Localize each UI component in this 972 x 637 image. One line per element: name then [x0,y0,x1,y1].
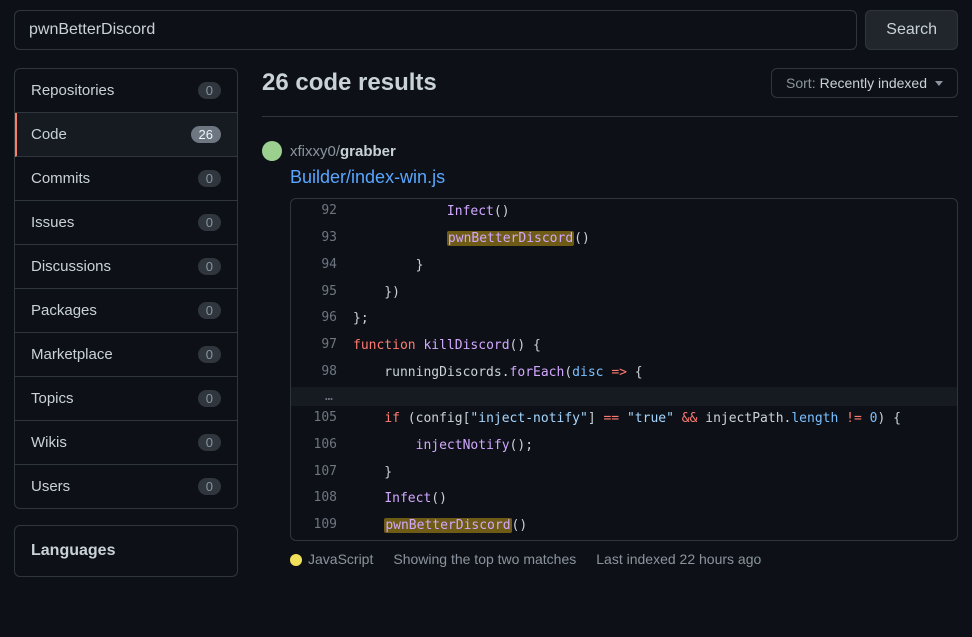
sidebar-item-packages[interactable]: Packages 0 [15,289,237,333]
line-number: 98 [291,360,347,387]
sidebar-item-label: Marketplace [31,346,113,363]
sidebar-item-label: Wikis [31,434,67,451]
search-button[interactable]: Search [865,10,958,50]
sidebar-item-label: Discussions [31,258,111,275]
code-content: function killDiscord() { [347,333,551,360]
line-number: 96 [291,306,347,333]
line-number: 105 [291,406,347,433]
sidebar-badge: 0 [198,170,221,187]
code-line[interactable]: 106 injectNotify(); [291,433,957,460]
code-content: } [347,460,402,487]
code-line[interactable]: 93 pwnBetterDiscord() [291,226,957,253]
sidebar-item-marketplace[interactable]: Marketplace 0 [15,333,237,377]
repo-owner: xfixxy0 [290,143,336,160]
code-line[interactable]: 92 Infect() [291,199,957,226]
code-line[interactable]: 107 } [291,460,957,487]
sidebar-item-wikis[interactable]: Wikis 0 [15,421,237,465]
line-number: 108 [291,486,347,513]
language-badge: JavaScript [290,551,373,567]
file-link[interactable]: Builder/index-win.js [290,167,958,188]
line-number: 92 [291,199,347,226]
code-block: 92 Infect() 93 pwnBetterDiscord() 94 } 9… [290,198,958,541]
sidebar-badge: 0 [198,302,221,319]
code-content: if (config["inject-notify"] == "true" &&… [347,406,911,433]
search-input[interactable] [14,10,857,50]
chevron-down-icon [935,81,943,86]
result-meta: JavaScript Showing the top two matches L… [290,551,958,567]
line-number: 107 [291,460,347,487]
code-ellipsis: … [291,387,957,406]
results-header: 26 code results Sort: Recently indexed [262,68,958,117]
sort-button[interactable]: Sort: Recently indexed [771,68,958,98]
line-number: 109 [291,513,347,540]
sidebar-section-title: Languages [31,542,221,560]
sidebar-item-code[interactable]: Code 26 [15,113,237,157]
sidebar-badge: 0 [198,434,221,451]
result-item: xfixxy0/grabber Builder/index-win.js 92 … [262,141,958,567]
sidebar-item-issues[interactable]: Issues 0 [15,201,237,245]
sidebar-badge: 26 [191,126,221,143]
result-repo-header: xfixxy0/grabber [262,141,958,161]
sidebar-item-label: Packages [31,302,97,319]
repo-name: grabber [340,143,396,160]
sidebar-badge: 0 [198,82,221,99]
sidebar-item-label: Users [31,478,70,495]
code-content: pwnBetterDiscord() [347,226,600,253]
sidebar-item-label: Topics [31,390,74,407]
code-content: } [347,253,433,280]
sidebar-badge: 0 [198,214,221,231]
sidebar-item-discussions[interactable]: Discussions 0 [15,245,237,289]
sidebar: Repositories 0 Code 26 Commits 0 Issues … [14,68,238,583]
sidebar-item-label: Issues [31,214,74,231]
language-name: JavaScript [308,551,373,567]
code-content: }) [347,280,410,307]
language-dot-icon [290,554,302,566]
line-number: 106 [291,433,347,460]
line-number: 97 [291,333,347,360]
code-content: injectNotify(); [347,433,543,460]
indexed-time: Last indexed 22 hours ago [596,551,761,567]
sidebar-item-commits[interactable]: Commits 0 [15,157,237,201]
sidebar-badge: 0 [198,346,221,363]
sidebar-nav: Repositories 0 Code 26 Commits 0 Issues … [14,68,238,509]
code-content: pwnBetterDiscord() [347,513,537,540]
code-line[interactable]: 109 pwnBetterDiscord() [291,513,957,540]
code-content: runningDiscords.forEach(disc => { [347,360,653,387]
sidebar-item-topics[interactable]: Topics 0 [15,377,237,421]
code-line[interactable]: 97function killDiscord() { [291,333,957,360]
avatar [262,141,282,161]
code-content: Infect() [347,486,457,513]
code-line[interactable]: 98 runningDiscords.forEach(disc => { [291,360,957,387]
code-line[interactable]: 105 if (config["inject-notify"] == "true… [291,406,957,433]
sidebar-languages-section: Languages [14,525,238,577]
code-line[interactable]: 108 Infect() [291,486,957,513]
search-bar: Search [0,0,972,60]
sidebar-badge: 0 [198,390,221,407]
sidebar-badge: 0 [198,478,221,495]
sidebar-item-repositories[interactable]: Repositories 0 [15,69,237,113]
sidebar-item-label: Repositories [31,82,114,99]
sidebar-item-users[interactable]: Users 0 [15,465,237,508]
match-note: Showing the top two matches [393,551,576,567]
sort-value: Recently indexed [820,75,927,91]
sidebar-item-label: Commits [31,170,90,187]
line-number: 95 [291,280,347,307]
code-line[interactable]: 94 } [291,253,957,280]
line-number: 93 [291,226,347,253]
code-line[interactable]: 95 }) [291,280,957,307]
repo-path[interactable]: xfixxy0/grabber [290,143,396,160]
content: 26 code results Sort: Recently indexed x… [262,68,958,583]
code-content: Infect() [347,199,520,226]
code-content: }; [347,306,379,333]
line-number: 94 [291,253,347,280]
sort-label: Sort: [786,75,816,91]
sidebar-item-label: Code [31,126,67,143]
code-line[interactable]: 96}; [291,306,957,333]
results-title: 26 code results [262,69,437,97]
sidebar-badge: 0 [198,258,221,275]
